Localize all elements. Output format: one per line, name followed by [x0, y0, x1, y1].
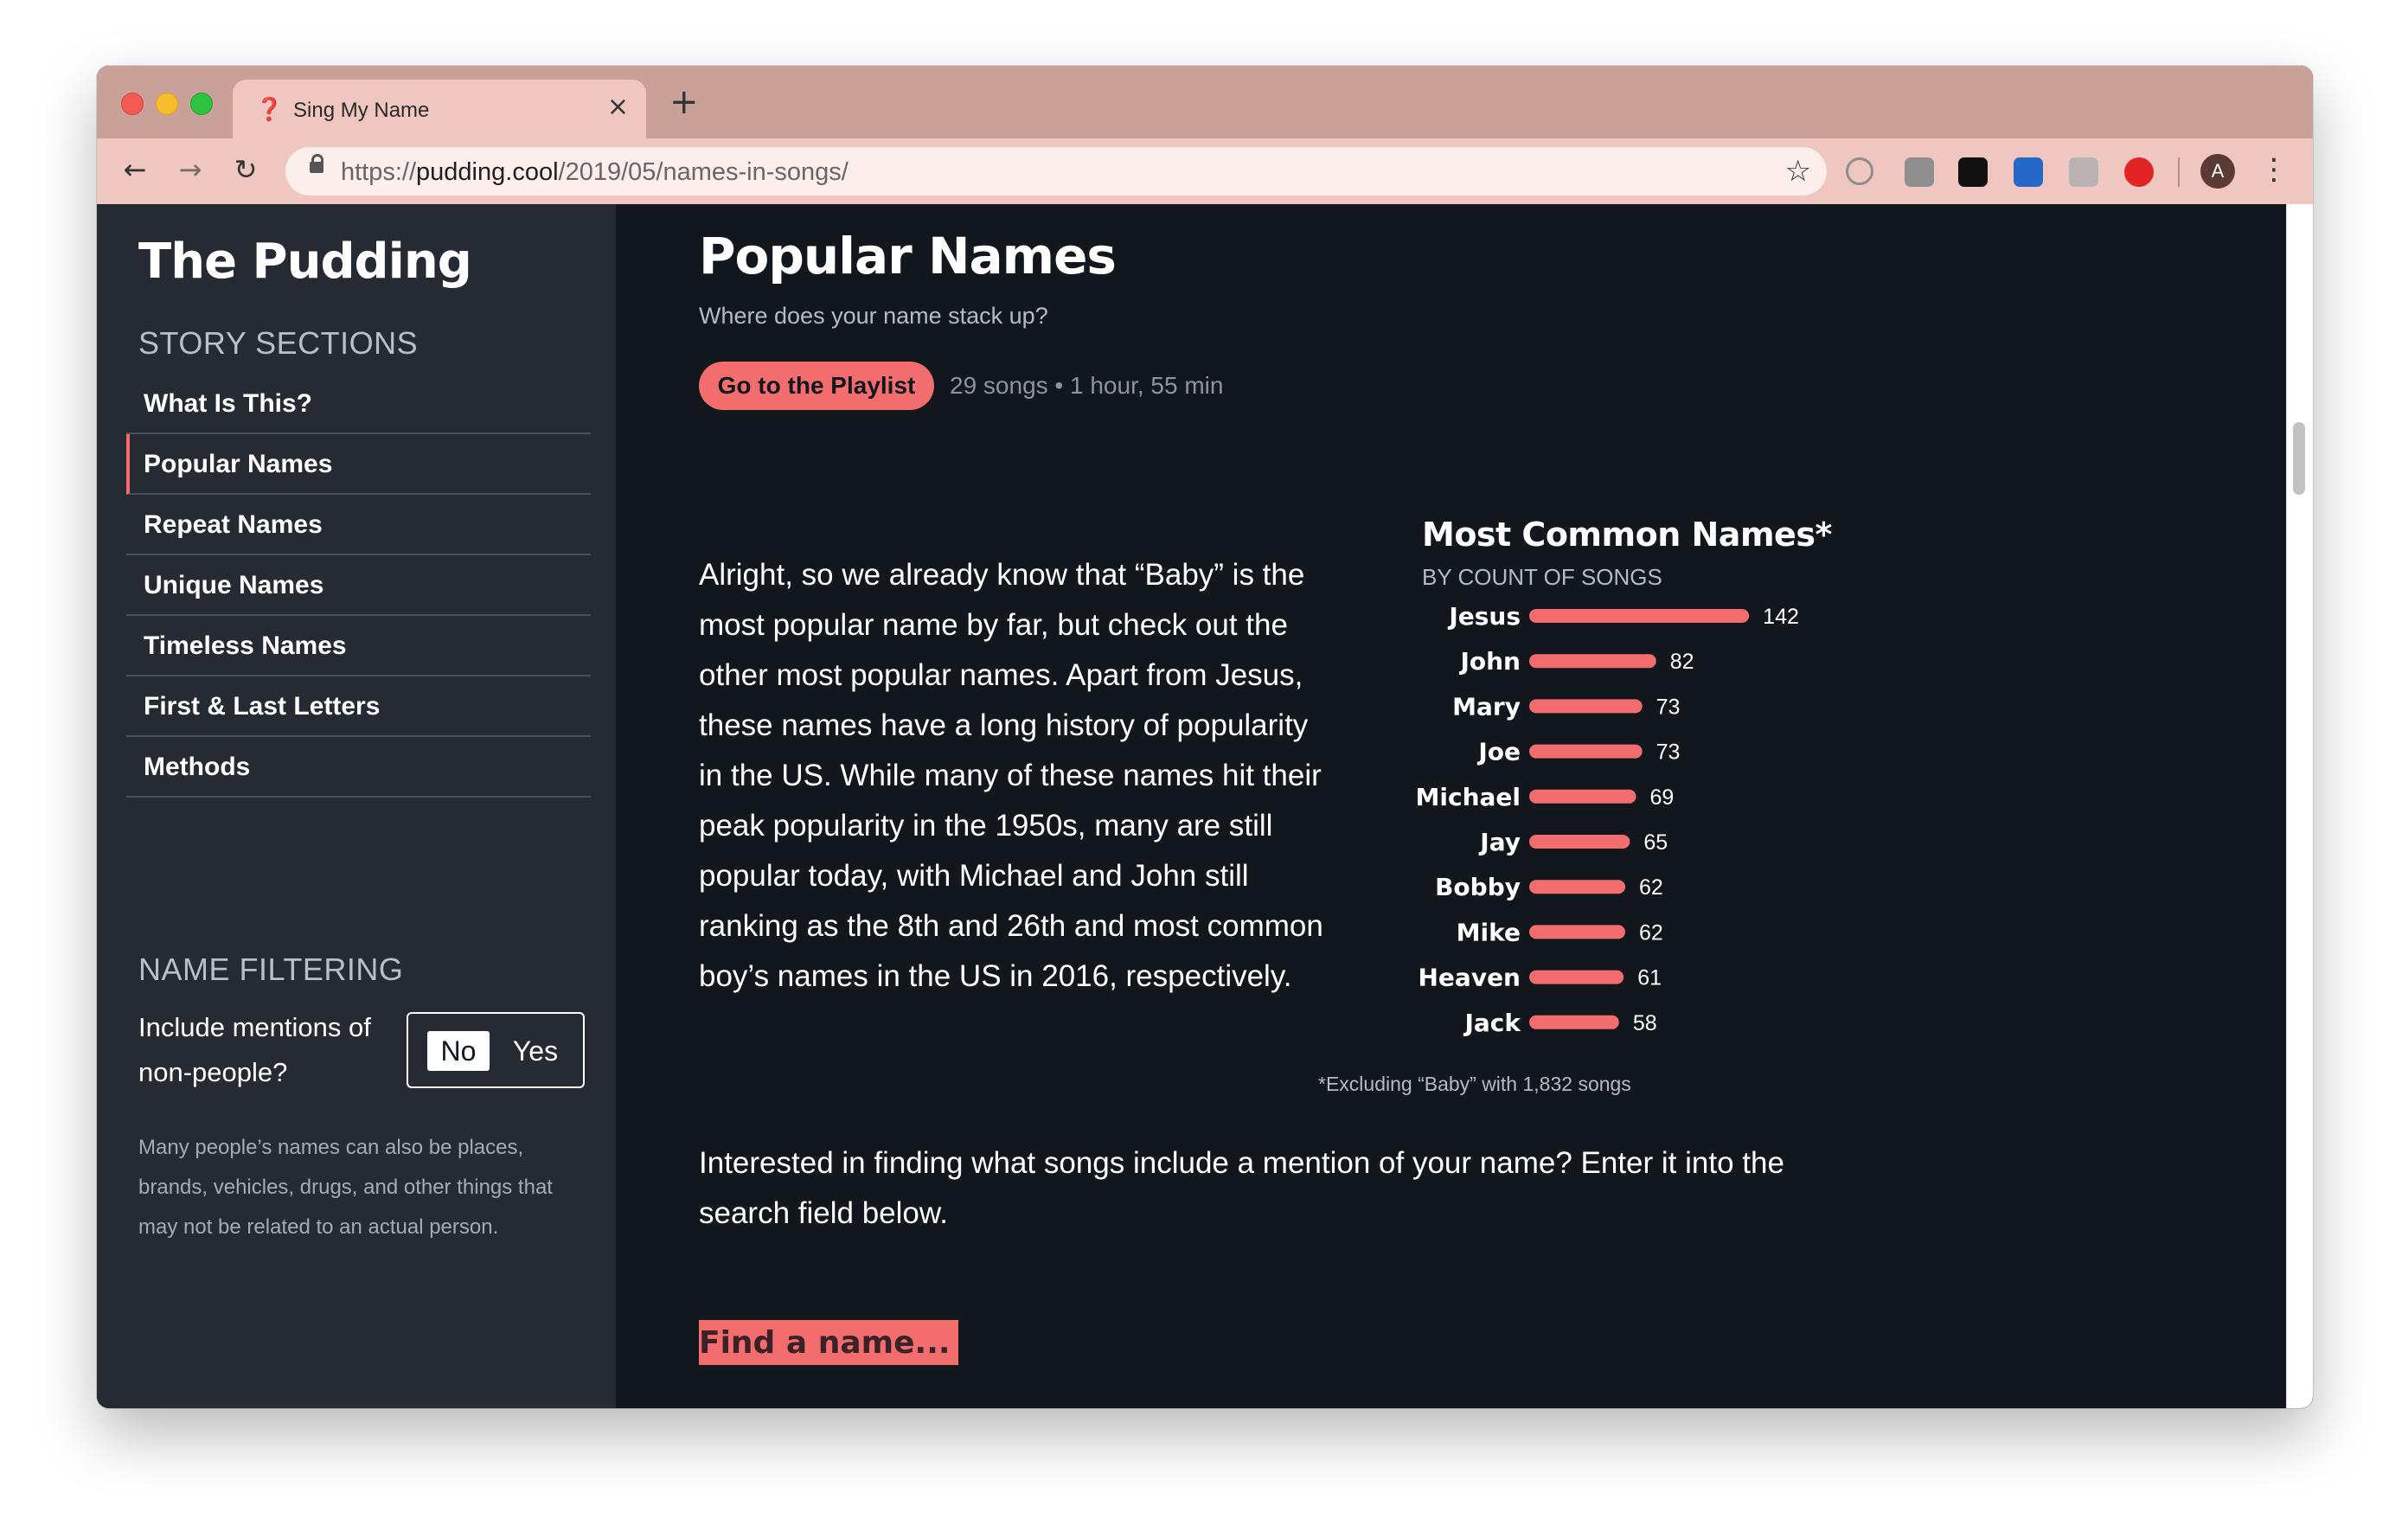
toggle-option-no[interactable]: No: [427, 1031, 490, 1071]
new-tab-icon[interactable]: +: [669, 85, 699, 119]
extension-icon[interactable]: [2069, 157, 2098, 187]
story-sections-heading: STORY SECTIONS: [138, 325, 419, 361]
chart-bar: [1529, 880, 1625, 894]
extension-icon[interactable]: [1905, 157, 1934, 187]
search-prompt-paragraph: Interested in finding what songs include…: [699, 1146, 1784, 1230]
chart-value-label: 142: [1763, 605, 1799, 629]
music-note-favicon-icon: ❓: [255, 97, 284, 123]
chart-category-label: Bobby: [1435, 873, 1521, 901]
chart-value-label: 73: [1656, 695, 1681, 719]
lock-icon: [310, 154, 323, 173]
chart-footnote: *Excluding “Baby” with 1,832 songs: [1318, 1073, 1631, 1095]
maximize-window-button[interactable]: [190, 93, 213, 115]
chart-value-label: 69: [1650, 785, 1675, 810]
playlist-meta: 29 songs • 1 hour, 55 min: [950, 372, 1224, 399]
chart-bar: [1529, 609, 1750, 623]
non-people-toggle[interactable]: No Yes: [407, 1012, 585, 1088]
site-logo[interactable]: The Pudding: [138, 234, 472, 290]
page-scrollbar[interactable]: [2286, 204, 2313, 1408]
chart-bar: [1529, 1015, 1619, 1029]
toggle-option-yes[interactable]: Yes: [505, 1031, 566, 1071]
chart-category-label: Michael: [1416, 783, 1521, 811]
chart-category-label: Mary: [1452, 692, 1521, 721]
chart-bar: [1529, 654, 1656, 669]
reload-icon[interactable]: ↻: [228, 152, 263, 187]
adblock-extension-icon[interactable]: [2124, 157, 2154, 187]
filter-question: Include mentions of non-people?: [138, 1012, 371, 1087]
tab-strip: ❓ Sing My Name × +: [97, 66, 2313, 138]
chart-category-label: Jesus: [1447, 602, 1521, 631]
name-search-input[interactable]: [699, 1320, 958, 1365]
extension-icon[interactable]: [2014, 157, 2043, 187]
chart-bar: [1529, 835, 1630, 849]
sidebar-item-repeat-names[interactable]: Repeat Names: [126, 495, 591, 555]
chart-category-label: Mike: [1457, 918, 1521, 946]
chart-bar: [1529, 925, 1625, 939]
minimize-window-button[interactable]: [156, 93, 178, 115]
tab-title: Sing My Name: [293, 99, 430, 122]
profile-avatar[interactable]: A: [2200, 154, 2235, 189]
chart-value-label: 58: [1633, 1011, 1657, 1035]
browser-window: ❓ Sing My Name × + ← → ↻ https://pudding…: [97, 66, 2313, 1408]
back-arrow-icon[interactable]: ←: [118, 152, 152, 187]
most-common-names-chart: Jesus 142 John 82 Mary 73 Joe 73 Michael 69 Jay 65 B…: [1416, 602, 1799, 1037]
page-content: The Pudding STORY SECTIONS What Is This?…: [97, 204, 2313, 1408]
name-filtering-heading: NAME FILTERING: [138, 952, 404, 987]
chart-category-label: Heaven: [1419, 964, 1521, 992]
browser-tab[interactable]: ❓ Sing My Name ×: [233, 80, 646, 138]
chart-bar: [1529, 744, 1643, 759]
story-sections-nav: What Is This? Popular Names Repeat Names…: [126, 374, 591, 798]
sidebar-item-popular-names[interactable]: Popular Names: [126, 434, 591, 495]
sidebar-item-unique-names[interactable]: Unique Names: [126, 555, 591, 616]
extension-icon[interactable]: [1958, 157, 1988, 187]
sidebar-item-what-is-this[interactable]: What Is This?: [126, 374, 591, 434]
sidebar-item-methods[interactable]: Methods: [126, 737, 591, 798]
chart-value-label: 82: [1670, 650, 1694, 674]
address-bar[interactable]: https://pudding.cool/2019/05/names-in-so…: [285, 147, 1827, 195]
chart-category-label: Jay: [1478, 828, 1521, 856]
chart-value-label: 62: [1639, 920, 1663, 945]
chart-bar: [1529, 699, 1643, 714]
star-icon[interactable]: ☆: [1785, 154, 1811, 189]
page-subtitle: Where does your name stack up?: [699, 303, 1048, 329]
chart-bar: [1529, 970, 1624, 984]
sidebar-item-timeless-names[interactable]: Timeless Names: [126, 616, 591, 676]
chart-category-label: John: [1458, 647, 1521, 676]
filter-note: Many people’s names can also be places, …: [138, 1136, 553, 1239]
chart-category-label: Joe: [1476, 738, 1521, 766]
kebab-menu-icon[interactable]: ⋮: [2259, 152, 2289, 187]
sidebar-item-first-last-letters[interactable]: First & Last Letters: [126, 676, 591, 737]
sidebar: The Pudding STORY SECTIONS What Is This?…: [97, 204, 616, 1408]
close-tab-icon[interactable]: ×: [607, 93, 629, 121]
scrollbar-thumb[interactable]: [2293, 422, 2305, 495]
chart-value-label: 61: [1637, 966, 1662, 990]
chart-value-label: 62: [1639, 875, 1663, 900]
chart-subtitle: BY COUNT OF SONGS: [1422, 564, 1662, 590]
page-title: Popular Names: [699, 227, 1117, 285]
extension-icon[interactable]: [1846, 157, 1873, 185]
browser-toolbar: ← → ↻ https://pudding.cool/2019/05/names…: [97, 138, 2313, 204]
go-to-playlist-button[interactable]: Go to the Playlist: [699, 362, 934, 410]
chart-title: Most Common Names*: [1422, 516, 1832, 554]
chart-bar: [1529, 789, 1636, 804]
chart-category-label: Jack: [1463, 1009, 1521, 1037]
intro-paragraph: Alright, so we already know that “Baby” …: [699, 558, 1323, 993]
chart-value-label: 65: [1643, 830, 1668, 855]
close-window-button[interactable]: [121, 93, 144, 115]
chart-value-label: 73: [1656, 740, 1681, 765]
forward-arrow-icon[interactable]: →: [173, 152, 208, 187]
url-text[interactable]: https://pudding.cool/2019/05/names-in-so…: [341, 158, 849, 187]
toolbar-divider: [2178, 157, 2180, 187]
